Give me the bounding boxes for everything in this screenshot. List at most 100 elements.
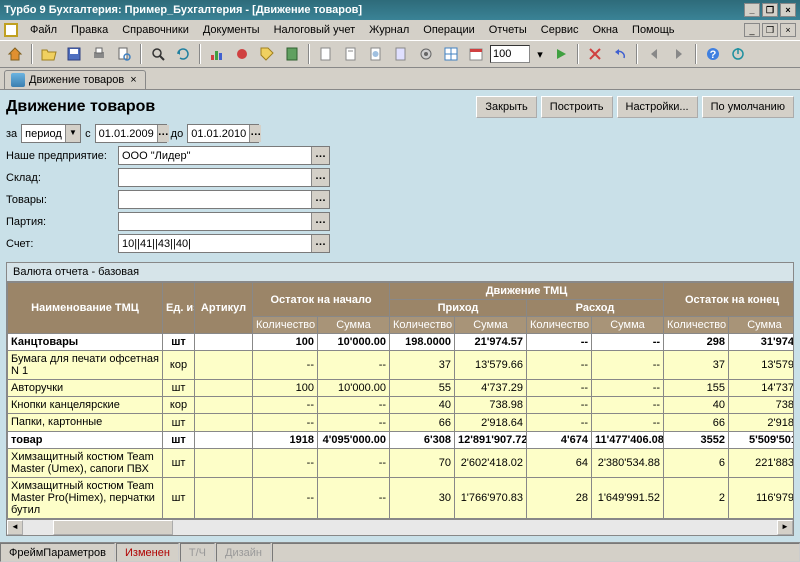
- menu-ops[interactable]: Операции: [417, 22, 480, 38]
- search-icon[interactable]: [147, 43, 169, 65]
- table-cell[interactable]: --: [318, 477, 390, 518]
- menu-reports[interactable]: Отчеты: [483, 22, 533, 38]
- table-cell[interactable]: --: [527, 351, 592, 380]
- table-cell[interactable]: --: [527, 334, 592, 351]
- table-cell[interactable]: 70: [390, 448, 455, 477]
- status-frame[interactable]: ФреймПараметров: [0, 543, 115, 562]
- table-cell[interactable]: 2'380'534.88: [592, 448, 664, 477]
- table-cell[interactable]: шт: [163, 380, 195, 397]
- table-cell[interactable]: [195, 351, 253, 380]
- doc2-icon[interactable]: [340, 43, 362, 65]
- table-cell[interactable]: 116'979.: [729, 477, 793, 518]
- th-unit[interactable]: Ед. изм.: [163, 283, 195, 334]
- table-cell[interactable]: --: [253, 397, 318, 414]
- table-cell[interactable]: [195, 334, 253, 351]
- sklad-input[interactable]: …: [118, 168, 330, 187]
- table-cell[interactable]: --: [253, 414, 318, 431]
- table-cell[interactable]: 738.: [729, 397, 793, 414]
- table-cell[interactable]: 100: [253, 380, 318, 397]
- table-cell[interactable]: [195, 477, 253, 518]
- minimize-button[interactable]: _: [744, 3, 760, 17]
- tovar-input[interactable]: …: [118, 190, 330, 209]
- table-row[interactable]: Папки, картонныешт----662'918.64----662'…: [8, 414, 794, 431]
- table-cell[interactable]: шт: [163, 477, 195, 518]
- status-tch[interactable]: Т/Ч: [180, 543, 215, 562]
- table-cell[interactable]: 6: [664, 448, 729, 477]
- lookup-icon[interactable]: …: [311, 147, 329, 164]
- menu-journal[interactable]: Журнал: [363, 22, 415, 38]
- table-cell[interactable]: 6'308: [390, 431, 455, 448]
- build-button[interactable]: Построить: [541, 96, 613, 118]
- table-cell[interactable]: шт: [163, 334, 195, 351]
- table-cell[interactable]: 2: [664, 477, 729, 518]
- home-icon[interactable]: [4, 43, 26, 65]
- table-cell[interactable]: 31'974.: [729, 334, 793, 351]
- table-cell[interactable]: --: [253, 448, 318, 477]
- table-cell[interactable]: 100: [253, 334, 318, 351]
- table-cell[interactable]: 1'649'991.52: [592, 477, 664, 518]
- date-to-input[interactable]: 01.01.2010 …: [187, 124, 259, 143]
- table-cell[interactable]: --: [592, 414, 664, 431]
- table-cell[interactable]: Папки, картонные: [8, 414, 163, 431]
- table-row[interactable]: товаршт19184'095'000.006'30812'891'907.7…: [8, 431, 794, 448]
- table-cell[interactable]: --: [592, 334, 664, 351]
- table-row[interactable]: Химзащитный костюм Team Master Pro(Himex…: [8, 477, 794, 518]
- table-cell[interactable]: --: [592, 397, 664, 414]
- th-qty[interactable]: Количество: [390, 317, 455, 334]
- table-cell[interactable]: [195, 380, 253, 397]
- th-sum[interactable]: Сумма: [592, 317, 664, 334]
- th-out[interactable]: Расход: [527, 300, 664, 317]
- th-qty[interactable]: Количество: [253, 317, 318, 334]
- record-icon[interactable]: [231, 43, 253, 65]
- table-cell[interactable]: 5'509'501: [729, 431, 793, 448]
- report-body[interactable]: Наименование ТМЦ Ед. изм. Артикул Остато…: [7, 282, 793, 519]
- table-cell[interactable]: [195, 397, 253, 414]
- table-cell[interactable]: 64: [527, 448, 592, 477]
- table-cell[interactable]: 13'579.: [729, 351, 793, 380]
- table-cell[interactable]: --: [253, 477, 318, 518]
- calendar-icon[interactable]: [465, 43, 487, 65]
- th-move[interactable]: Движение ТМЦ: [390, 283, 664, 300]
- help-icon[interactable]: ?: [702, 43, 724, 65]
- settings-button[interactable]: Настройки...: [617, 96, 698, 118]
- delete-icon[interactable]: [584, 43, 606, 65]
- table-cell[interactable]: 221'883.: [729, 448, 793, 477]
- table-cell[interactable]: --: [527, 380, 592, 397]
- th-sum[interactable]: Сумма: [455, 317, 527, 334]
- th-name[interactable]: Наименование ТМЦ: [8, 283, 163, 334]
- table-cell[interactable]: 2'918.64: [455, 414, 527, 431]
- close-window-button[interactable]: ×: [780, 3, 796, 17]
- table-row[interactable]: Авторучкишт10010'000.00554'737.29----155…: [8, 380, 794, 397]
- table-cell[interactable]: 66: [664, 414, 729, 431]
- table-cell[interactable]: 30: [390, 477, 455, 518]
- table-cell[interactable]: 11'477'406.08: [592, 431, 664, 448]
- table-cell[interactable]: 40: [390, 397, 455, 414]
- menu-refs[interactable]: Справочники: [116, 22, 195, 38]
- table-cell[interactable]: 198.0000: [390, 334, 455, 351]
- period-combo[interactable]: период ▼: [21, 124, 81, 143]
- table-cell[interactable]: кор: [163, 397, 195, 414]
- scroll-right-icon[interactable]: ►: [777, 520, 793, 535]
- table-cell[interactable]: 2'602'418.02: [455, 448, 527, 477]
- table-cell[interactable]: кор: [163, 351, 195, 380]
- table-cell[interactable]: 12'891'907.72: [455, 431, 527, 448]
- chevron-down-icon[interactable]: ▼: [65, 125, 80, 142]
- menu-edit[interactable]: Правка: [65, 22, 114, 38]
- tag-icon[interactable]: [256, 43, 278, 65]
- table-cell[interactable]: 2'918.: [729, 414, 793, 431]
- table-cell[interactable]: шт: [163, 431, 195, 448]
- default-button[interactable]: По умолчанию: [702, 96, 794, 118]
- th-sum[interactable]: Сумма: [318, 317, 390, 334]
- scroll-thumb[interactable]: [53, 520, 173, 535]
- settings-icon[interactable]: [415, 43, 437, 65]
- restore-button[interactable]: ❐: [762, 3, 778, 17]
- table-cell[interactable]: 40: [664, 397, 729, 414]
- doc1-icon[interactable]: [315, 43, 337, 65]
- chart-icon[interactable]: [206, 43, 228, 65]
- table-cell[interactable]: --: [318, 414, 390, 431]
- table-cell[interactable]: 14'737.: [729, 380, 793, 397]
- table-cell[interactable]: 3552: [664, 431, 729, 448]
- table-cell[interactable]: [195, 431, 253, 448]
- table-cell[interactable]: 4'095'000.00: [318, 431, 390, 448]
- menu-docs[interactable]: Документы: [197, 22, 266, 38]
